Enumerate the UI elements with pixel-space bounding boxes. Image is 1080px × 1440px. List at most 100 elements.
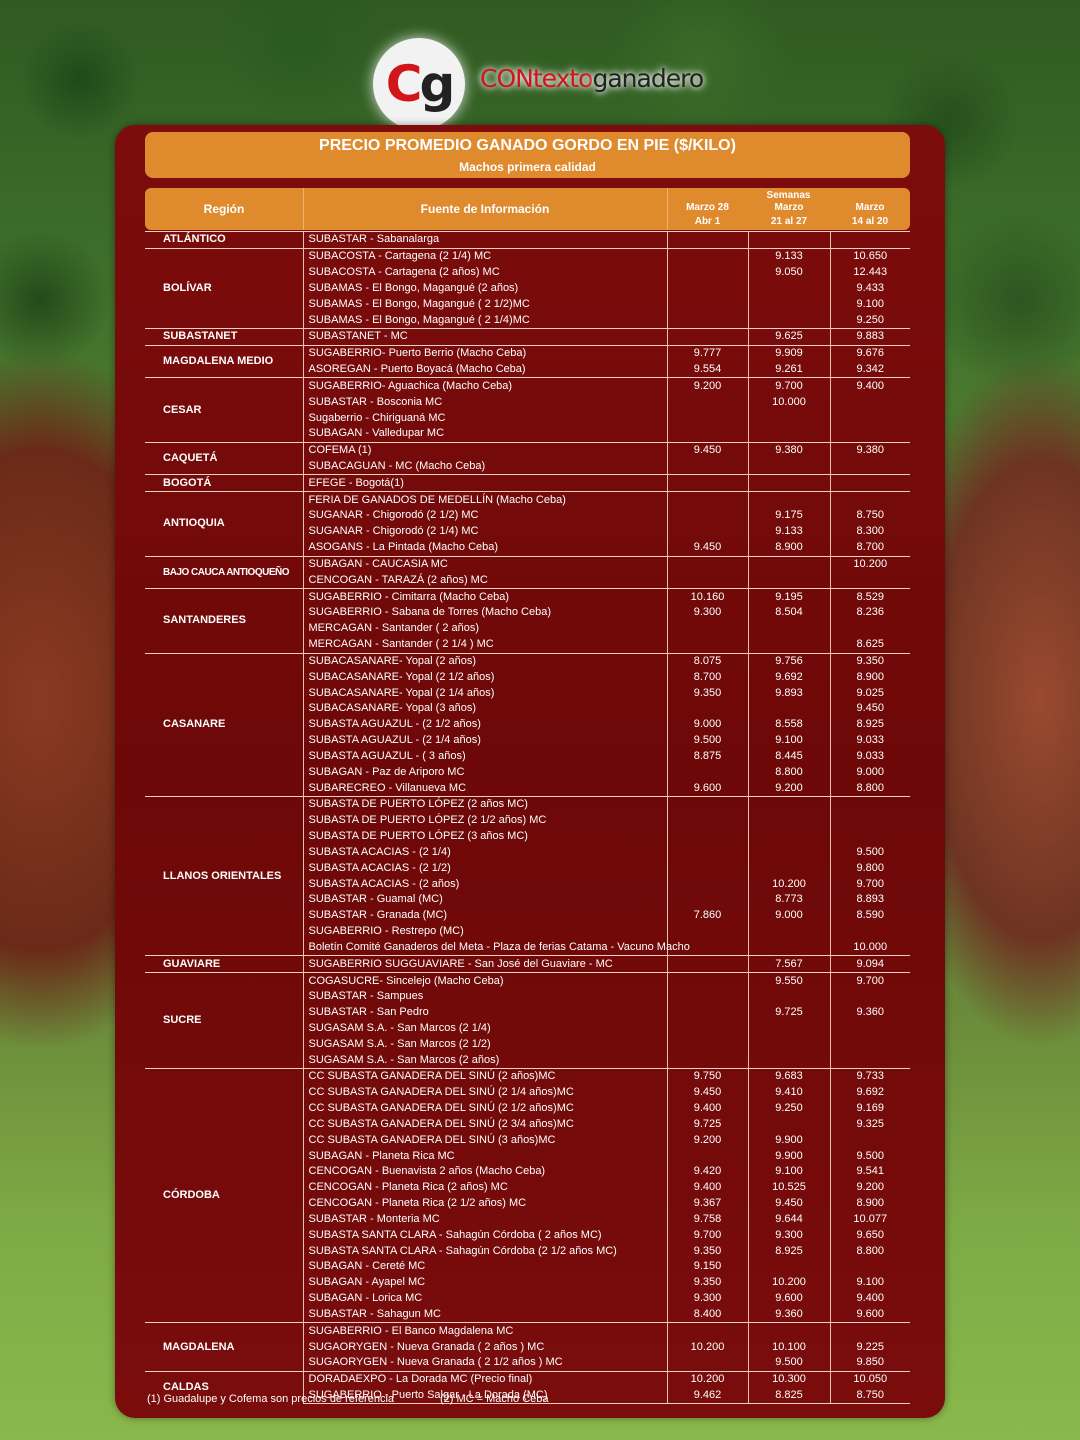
price-cell-week-3: 8.893	[829, 891, 910, 908]
price-cell-week-1: 9.367	[666, 1195, 748, 1212]
price-cell-week-3: 8.900	[829, 1195, 910, 1212]
price-cell-week-1: 9.462	[666, 1387, 748, 1405]
source-cell: SUBASTA DE PUERTO LÓPEZ (2 años MC)	[302, 795, 667, 813]
price-cell-week-3: 9.500	[829, 1148, 910, 1165]
price-cell-week-1	[666, 327, 748, 346]
table-row: SUBASTANET SUBASTANET - MC 9.625 9.883	[145, 327, 910, 346]
region-cell: LLANOS ORIENTALES	[145, 795, 303, 956]
price-cell-week-3	[829, 923, 910, 940]
price-cell-week-2	[747, 812, 830, 829]
region-cell: ATLÁNTICO	[145, 231, 303, 249]
price-cell-week-2	[747, 860, 830, 877]
price-cell-week-3: 9.733	[829, 1068, 910, 1085]
price-cell-week-2: 9.900	[747, 1148, 830, 1165]
source-cell: CENCOGAN - Planeta Rica (2 años) MC	[302, 1179, 667, 1196]
table-row: BAJO CAUCA ANTIOQUEÑO SUBAGAN - CAUCASIA …	[145, 555, 910, 589]
price-cell-week-1	[666, 247, 748, 265]
table-row: CESAR SUGABERRIO- Aguachica (Macho Ceba) 9…	[145, 377, 910, 443]
price-cell-week-3	[829, 988, 910, 1005]
price-cell-week-2	[747, 844, 830, 861]
table-row: LLANOS ORIENTALES SUBASTA DE PUERTO LÓPEZ…	[145, 795, 910, 956]
region-cell: BOGOTÁ	[145, 474, 303, 492]
price-cell-week-3: 9.342	[829, 361, 910, 378]
price-cell-week-2	[747, 1116, 830, 1133]
price-cell-week-3	[829, 231, 910, 249]
source-cell: SUBASTA AGUAZUL - ( 3 años)	[302, 748, 667, 765]
price-cell-week-1: 9.600	[666, 780, 748, 797]
price-cell-week-3: 9.100	[829, 1274, 910, 1291]
price-cell-week-1: 9.400	[666, 1100, 748, 1117]
price-cell-week-1: 9.150	[666, 1259, 748, 1275]
price-cell-week-2: 9.410	[747, 1084, 830, 1101]
source-cell: COGASUCRE- Sincelejo (Macho Ceba)	[302, 972, 667, 989]
price-cell-week-2	[747, 1052, 830, 1069]
price-cell-week-3: 8.625	[829, 636, 910, 654]
price-cell-week-3: 9.033	[829, 732, 910, 749]
header-region: Región	[203, 202, 245, 216]
table-header: Región Fuente de Información Semanas Mar…	[145, 188, 910, 230]
price-cell-week-3	[829, 458, 910, 475]
header-week-1-line2: Abr 1	[694, 216, 721, 227]
price-cell-week-1	[666, 876, 748, 892]
source-cell: SUBAGAN - Valledupar MC	[302, 425, 667, 443]
source-cell: CC SUBASTA GANADERA DEL SINÚ (2 1/4 años…	[302, 1084, 667, 1101]
source-cell: SUGABERRIO - Cimitarra (Macho Ceba)	[302, 588, 667, 606]
price-cell-week-3	[829, 828, 910, 845]
price-cell-week-1: 9.400	[666, 1179, 748, 1196]
price-table: ATLÁNTICO SUBASTAR - Sabanalarga BOLÍVAR SU…	[145, 231, 910, 1405]
header-week-2-line2: 21 al 27	[770, 216, 808, 227]
region-cell: CÓRDOBA	[145, 1068, 303, 1323]
source-cell: SUBAGAN - CAUCASIA MC	[302, 555, 667, 573]
brand-logo: Cg	[373, 38, 465, 130]
price-cell-week-2: 8.445	[747, 748, 830, 765]
price-cell-week-1	[666, 410, 748, 426]
price-cell-week-3: 10.077	[829, 1211, 910, 1228]
price-cell-week-1	[666, 394, 748, 411]
source-cell: SUGANAR - Chigorodó (2 1/4) MC	[302, 523, 667, 540]
source-cell: SUBASTA SANTA CLARA - Sahagún Córdoba ( …	[302, 1227, 667, 1244]
price-cell-week-3: 9.400	[829, 377, 910, 395]
price-cell-week-1: 9.200	[666, 377, 748, 395]
logo-letter-g: g	[419, 55, 455, 113]
price-cell-week-2: 9.195	[747, 588, 830, 606]
price-cell-week-1	[666, 280, 748, 297]
price-cell-week-3	[829, 1322, 910, 1340]
price-cell-week-1: 9.200	[666, 1132, 748, 1149]
region-cell: CASANARE	[145, 652, 303, 797]
header-week-2: Marzo 21 al 27	[748, 201, 830, 229]
source-cell: SUGAORYGEN - Nueva Granada ( 2 1/2 años …	[302, 1354, 667, 1372]
price-cell-week-1: 9.420	[666, 1164, 748, 1180]
source-cell: SUBASTAR - Bosconia MC	[302, 394, 667, 411]
price-cell-week-3: 9.800	[829, 860, 910, 877]
price-cell-week-2	[747, 296, 830, 313]
price-cell-week-3: 10.050	[829, 1370, 910, 1388]
source-cell: MERCAGAN - Santander ( 2 1/4 ) MC	[302, 636, 667, 654]
price-cell-week-3	[829, 1020, 910, 1037]
price-cell-week-2: 9.050	[747, 264, 830, 281]
price-cell-week-2	[747, 1259, 830, 1275]
price-cell-week-2: 8.504	[747, 605, 830, 621]
source-cell: SUBASTA AGUAZUL - (2 1/2 años)	[302, 716, 667, 733]
source-cell: SUBASTA SANTA CLARA - Sahagún Córdoba (2…	[302, 1243, 667, 1259]
price-cell-week-1: 9.750	[666, 1068, 748, 1085]
title-bar: PRECIO PROMEDIO GANADO GORDO EN PIE ($/K…	[145, 132, 910, 178]
price-cell-week-3: 8.529	[829, 588, 910, 606]
price-cell-week-1	[666, 231, 748, 249]
price-cell-week-1	[666, 425, 748, 443]
source-cell: SUBASTAR - Sabanalarga	[302, 231, 667, 249]
footnote-1: (1) Guadalupe y Cofema son precios de re…	[147, 1393, 395, 1405]
price-cell-week-2: 8.558	[747, 716, 830, 733]
price-cell-week-2: 10.200	[747, 876, 830, 892]
price-cell-week-3: 8.925	[829, 716, 910, 733]
header-week-1: Marzo 28 Abr 1	[667, 201, 748, 229]
price-cell-week-3: 9.650	[829, 1227, 910, 1244]
price-cell-week-2	[747, 1322, 830, 1340]
price-cell-week-2: 9.200	[747, 780, 830, 797]
price-cell-week-1: 9.450	[666, 539, 748, 557]
price-cell-week-3	[829, 394, 910, 411]
price-cell-week-1	[666, 955, 748, 973]
price-cell-week-3: 9.000	[829, 764, 910, 781]
source-cell: SUGABERRIO- Aguachica (Macho Ceba)	[302, 377, 667, 395]
price-cell-week-3: 9.883	[829, 327, 910, 346]
price-cell-week-3: 9.033	[829, 748, 910, 765]
